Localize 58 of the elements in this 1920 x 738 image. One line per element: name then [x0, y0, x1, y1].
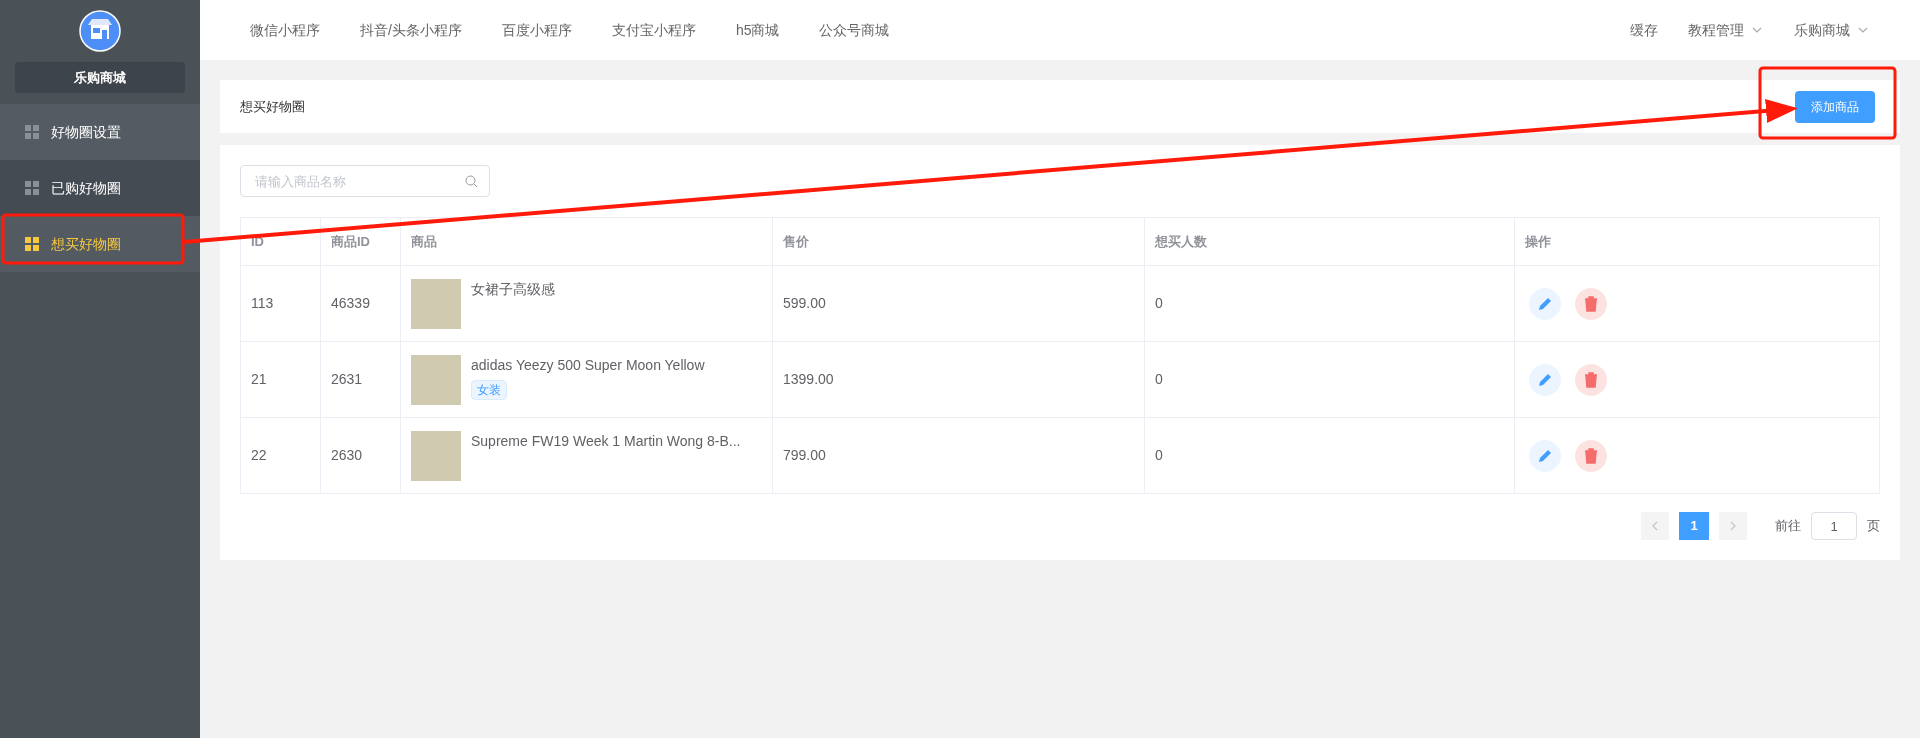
table-cell: 1399.00: [772, 341, 1145, 418]
column-header: 商品: [400, 217, 773, 266]
shop-name: 乐购商城: [15, 62, 185, 93]
shop-logo-icon: [79, 10, 121, 52]
search-field[interactable]: 请输入商品名称: [240, 165, 490, 197]
sidebar-item[interactable]: 好物圈设置: [0, 104, 200, 160]
pencil-icon: [1537, 295, 1553, 312]
product-name: 女裙子高级感: [471, 279, 555, 299]
product-name: Supreme FW19 Week 1 Martin Wong 8-B...: [471, 431, 741, 451]
edit-button[interactable]: [1529, 363, 1561, 396]
nav-link[interactable]: 支付宝小程序: [611, 19, 696, 41]
column-header: 想买人数: [1144, 217, 1515, 266]
trash-icon: [1584, 447, 1598, 464]
table-cell: 21: [240, 341, 321, 418]
goto-label: 前往: [1775, 517, 1801, 536]
nav-link[interactable]: 公众号商城: [819, 19, 890, 41]
edit-button[interactable]: [1529, 439, 1561, 472]
trash-icon: [1584, 295, 1598, 312]
nav-link[interactable]: 抖音/头条小程序: [360, 19, 462, 41]
nav-link[interactable]: h5商城: [735, 19, 780, 41]
nav-menu[interactable]: 缓存: [1630, 19, 1658, 41]
table-cell: 599.00: [772, 265, 1145, 342]
table-cell: 799.00: [772, 417, 1145, 494]
table-cell: 2631: [320, 341, 401, 418]
edit-button[interactable]: [1529, 287, 1561, 320]
grid-icon: [25, 237, 39, 251]
pencil-icon: [1537, 447, 1553, 464]
column-header: 商品ID: [320, 217, 401, 266]
page-title: 想买好物圈: [240, 97, 305, 116]
delete-button[interactable]: [1575, 439, 1607, 472]
table-cell: 0: [1144, 417, 1515, 494]
delete-button[interactable]: [1575, 287, 1607, 320]
delete-button[interactable]: [1575, 363, 1607, 396]
table-cell: 0: [1144, 265, 1515, 342]
nav-link[interactable]: 微信小程序: [250, 19, 320, 41]
trash-icon: [1584, 371, 1598, 388]
photo-placeholder: [411, 278, 461, 329]
page-input[interactable]: 1: [1811, 512, 1857, 540]
table-cell: 22: [240, 417, 321, 494]
sidebar-item[interactable]: 已购好物圈: [0, 160, 200, 216]
table-cell: 113: [240, 265, 321, 342]
column-header: 售价: [772, 217, 1145, 266]
table-cell: 2630: [320, 417, 401, 494]
page-suffix: 页: [1867, 517, 1880, 536]
photo-placeholder: [411, 354, 461, 405]
table-cell: 46339: [320, 265, 401, 342]
pencil-icon: [1537, 371, 1553, 388]
nav-menu[interactable]: 乐购商城: [1794, 19, 1870, 41]
search-icon: [465, 175, 478, 188]
grid-icon: [25, 125, 39, 139]
table-cell: 0: [1144, 341, 1515, 418]
nav-menu[interactable]: 教程管理: [1688, 19, 1764, 41]
column-header: 操作: [1514, 217, 1880, 266]
product-tag: 女装: [471, 379, 507, 400]
photo-placeholder: [411, 430, 461, 481]
grid-icon: [25, 181, 39, 195]
nav-link[interactable]: 百度小程序: [501, 19, 572, 41]
product-name: adidas Yeezy 500 Super Moon Yellow: [471, 355, 705, 375]
